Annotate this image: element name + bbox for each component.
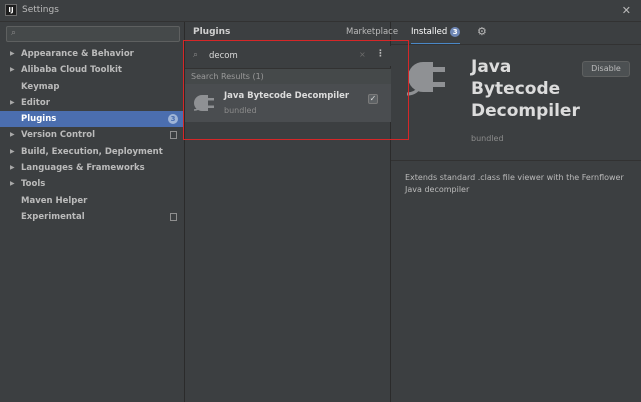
sidebar-item-plugins[interactable]: Plugins 3	[0, 111, 184, 128]
expand-arrow-icon: ▶	[10, 131, 15, 139]
plugin-search-input[interactable]	[209, 49, 349, 63]
sidebar-item-languages-frameworks[interactable]: ▶ Languages & Frameworks	[0, 160, 184, 176]
settings-nav: ▶ Appearance & Behavior ▶ Alibaba Cloud …	[0, 46, 184, 225]
divider	[391, 44, 641, 45]
expand-arrow-icon: ▶	[10, 98, 15, 106]
sidebar-item-label: Version Control	[21, 130, 96, 141]
settings-sidebar: ⌕ ▶ Appearance & Behavior ▶ Alibaba Clou…	[0, 22, 185, 402]
sidebar-item-label: Build, Execution, Deployment	[21, 146, 163, 157]
plugin-list-item[interactable]: Java Bytecode Decompiler bundled ✓	[185, 84, 391, 122]
sidebar-item-version-control[interactable]: ▶ Version Control	[0, 127, 184, 143]
search-icon: ⌕	[193, 50, 199, 60]
plugin-detail-title: Java Bytecode Decompiler	[471, 57, 580, 121]
sidebar-item-label: Editor	[21, 97, 50, 108]
plugins-tabs: Marketplace Installed 3 ⚙	[346, 22, 641, 45]
window-title: Settings	[22, 5, 59, 15]
plugin-search-bar: ⌕ × ⋮	[185, 46, 391, 66]
tab-installed-label: Installed	[411, 27, 448, 37]
plugin-description: Extends standard .class file viewer with…	[405, 173, 624, 194]
expand-arrow-icon: ▶	[10, 66, 15, 74]
sidebar-item-label: Alibaba Cloud Toolkit	[21, 65, 122, 76]
expand-arrow-icon: ▶	[10, 147, 15, 155]
search-results-count: Search Results (1)	[191, 72, 264, 81]
more-options-icon[interactable]: ⋮	[376, 49, 385, 59]
divider	[391, 160, 641, 161]
plugin-name: Java Bytecode Decompiler	[224, 91, 350, 101]
title-bar: IJ Settings ✕	[0, 0, 641, 22]
installed-updates-badge: 3	[450, 27, 461, 37]
expand-arrow-icon: ▶	[10, 180, 15, 188]
expand-arrow-icon: ▶	[10, 50, 15, 57]
search-results-header: Search Results (1)	[185, 68, 391, 84]
clear-search-icon[interactable]: ×	[359, 50, 366, 59]
sidebar-item-label: Plugins	[21, 114, 57, 125]
sidebar-item-editor[interactable]: ▶ Editor	[0, 95, 184, 111]
disable-button[interactable]: Disable	[582, 61, 630, 77]
sidebar-item-build-execution-deployment[interactable]: ▶ Build, Execution, Deployment	[0, 144, 184, 160]
sidebar-item-label: Experimental	[21, 211, 85, 222]
sidebar-item-tools[interactable]: ▶ Tools	[0, 176, 184, 192]
project-settings-icon	[170, 212, 177, 221]
tab-installed[interactable]: Installed 3	[411, 27, 461, 45]
plugin-bundled-label: bundled	[471, 134, 504, 143]
sidebar-item-label: Keymap	[21, 81, 60, 92]
plugins-list-panel: Plugins ⌕ × ⋮ Search Results (1) Java By…	[185, 22, 391, 402]
updates-badge: 3	[168, 114, 178, 125]
settings-search-input[interactable]: ⌕	[6, 26, 180, 42]
expand-arrow-icon: ▶	[10, 164, 15, 172]
project-settings-icon	[170, 131, 177, 140]
sidebar-item-label: Tools	[21, 179, 46, 190]
sidebar-item-maven-helper[interactable]: Maven Helper	[0, 193, 184, 209]
sidebar-item-alibaba-cloud-toolkit[interactable]: ▶ Alibaba Cloud Toolkit	[0, 62, 184, 78]
page-title: Plugins	[193, 27, 231, 37]
sidebar-item-experimental[interactable]: Experimental	[0, 209, 184, 225]
gear-icon[interactable]: ⚙	[477, 25, 487, 38]
plugin-details-panel: Marketplace Installed 3 ⚙ Java Bytecode D…	[346, 22, 641, 402]
intellij-app-icon: IJ	[5, 4, 17, 16]
plugin-enabled-checkbox[interactable]: ✓	[368, 94, 378, 104]
sidebar-item-label: Appearance & Behavior	[21, 49, 134, 59]
search-icon: ⌕	[11, 28, 17, 38]
plugin-bundled-label: bundled	[224, 106, 257, 115]
close-icon[interactable]: ✕	[622, 4, 631, 17]
plugin-plug-icon	[406, 62, 445, 96]
sidebar-item-label: Maven Helper	[21, 195, 88, 206]
sidebar-item-keymap[interactable]: Keymap	[0, 79, 184, 95]
sidebar-item-appearance-behavior[interactable]: ▶ Appearance & Behavior	[0, 46, 184, 62]
plugin-plug-icon	[193, 95, 214, 111]
tab-marketplace[interactable]: Marketplace	[346, 27, 398, 37]
sidebar-item-label: Languages & Frameworks	[21, 163, 145, 174]
